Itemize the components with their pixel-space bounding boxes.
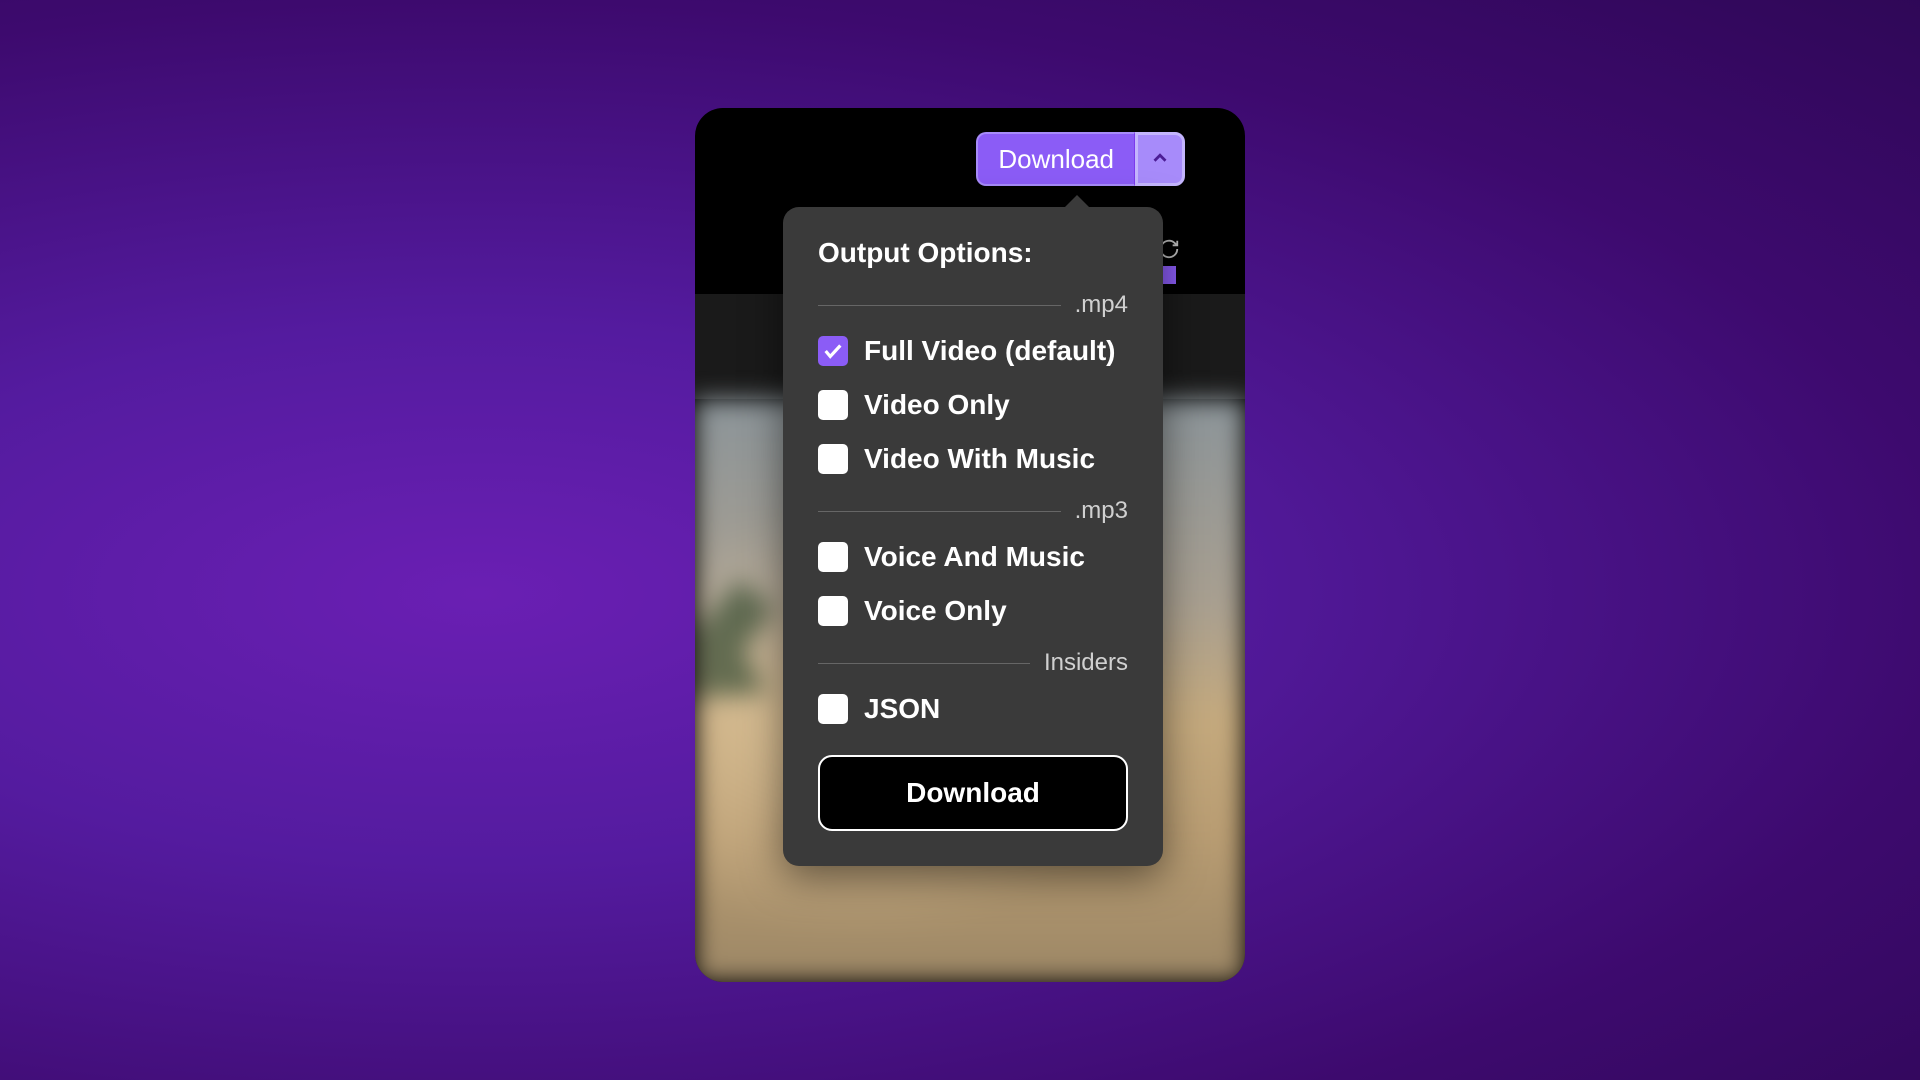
option-label: Voice Only bbox=[864, 595, 1007, 627]
option-voice-only[interactable]: Voice Only bbox=[818, 595, 1128, 627]
separator-line bbox=[818, 511, 1061, 512]
options-group-mp4: Full Video (default) Video Only Video Wi… bbox=[818, 335, 1128, 475]
download-split-button: Download bbox=[976, 132, 1185, 186]
options-group-insiders: JSON bbox=[818, 693, 1128, 725]
download-options-toggle[interactable] bbox=[1135, 132, 1185, 186]
checkbox-voice-only[interactable] bbox=[818, 596, 848, 626]
section-label-mp3: .mp3 bbox=[1075, 497, 1128, 525]
options-group-mp3: Voice And Music Voice Only bbox=[818, 541, 1128, 627]
checkbox-full-video[interactable] bbox=[818, 336, 848, 366]
option-video-with-music[interactable]: Video With Music bbox=[818, 443, 1128, 475]
chevron-up-icon bbox=[1149, 147, 1171, 172]
section-separator-mp4: .mp4 bbox=[818, 291, 1128, 319]
section-label-insiders: Insiders bbox=[1044, 649, 1128, 677]
checkbox-video-with-music[interactable] bbox=[818, 444, 848, 474]
option-video-only[interactable]: Video Only bbox=[818, 389, 1128, 421]
option-label: Voice And Music bbox=[864, 541, 1085, 573]
checkbox-json[interactable] bbox=[818, 694, 848, 724]
output-options-panel: Output Options: .mp4 Full Video (default… bbox=[783, 207, 1163, 866]
separator-line bbox=[818, 305, 1061, 306]
section-separator-mp3: .mp3 bbox=[818, 497, 1128, 525]
loading-block-icon bbox=[1162, 266, 1176, 284]
option-label: Video With Music bbox=[864, 443, 1095, 475]
panel-title: Output Options: bbox=[818, 237, 1128, 269]
option-voice-and-music[interactable]: Voice And Music bbox=[818, 541, 1128, 573]
check-icon bbox=[822, 340, 844, 362]
checkbox-video-only[interactable] bbox=[818, 390, 848, 420]
separator-line bbox=[818, 663, 1030, 664]
option-full-video[interactable]: Full Video (default) bbox=[818, 335, 1128, 367]
option-label: Video Only bbox=[864, 389, 1010, 421]
option-label: Full Video (default) bbox=[864, 335, 1115, 367]
option-label: JSON bbox=[864, 693, 940, 725]
checkbox-voice-and-music[interactable] bbox=[818, 542, 848, 572]
section-separator-insiders: Insiders bbox=[818, 649, 1128, 677]
thumbnail-foreground-shape bbox=[695, 579, 775, 699]
option-json[interactable]: JSON bbox=[818, 693, 1128, 725]
download-button[interactable]: Download bbox=[976, 132, 1135, 186]
panel-download-button[interactable]: Download bbox=[818, 755, 1128, 831]
section-label-mp4: .mp4 bbox=[1075, 291, 1128, 319]
